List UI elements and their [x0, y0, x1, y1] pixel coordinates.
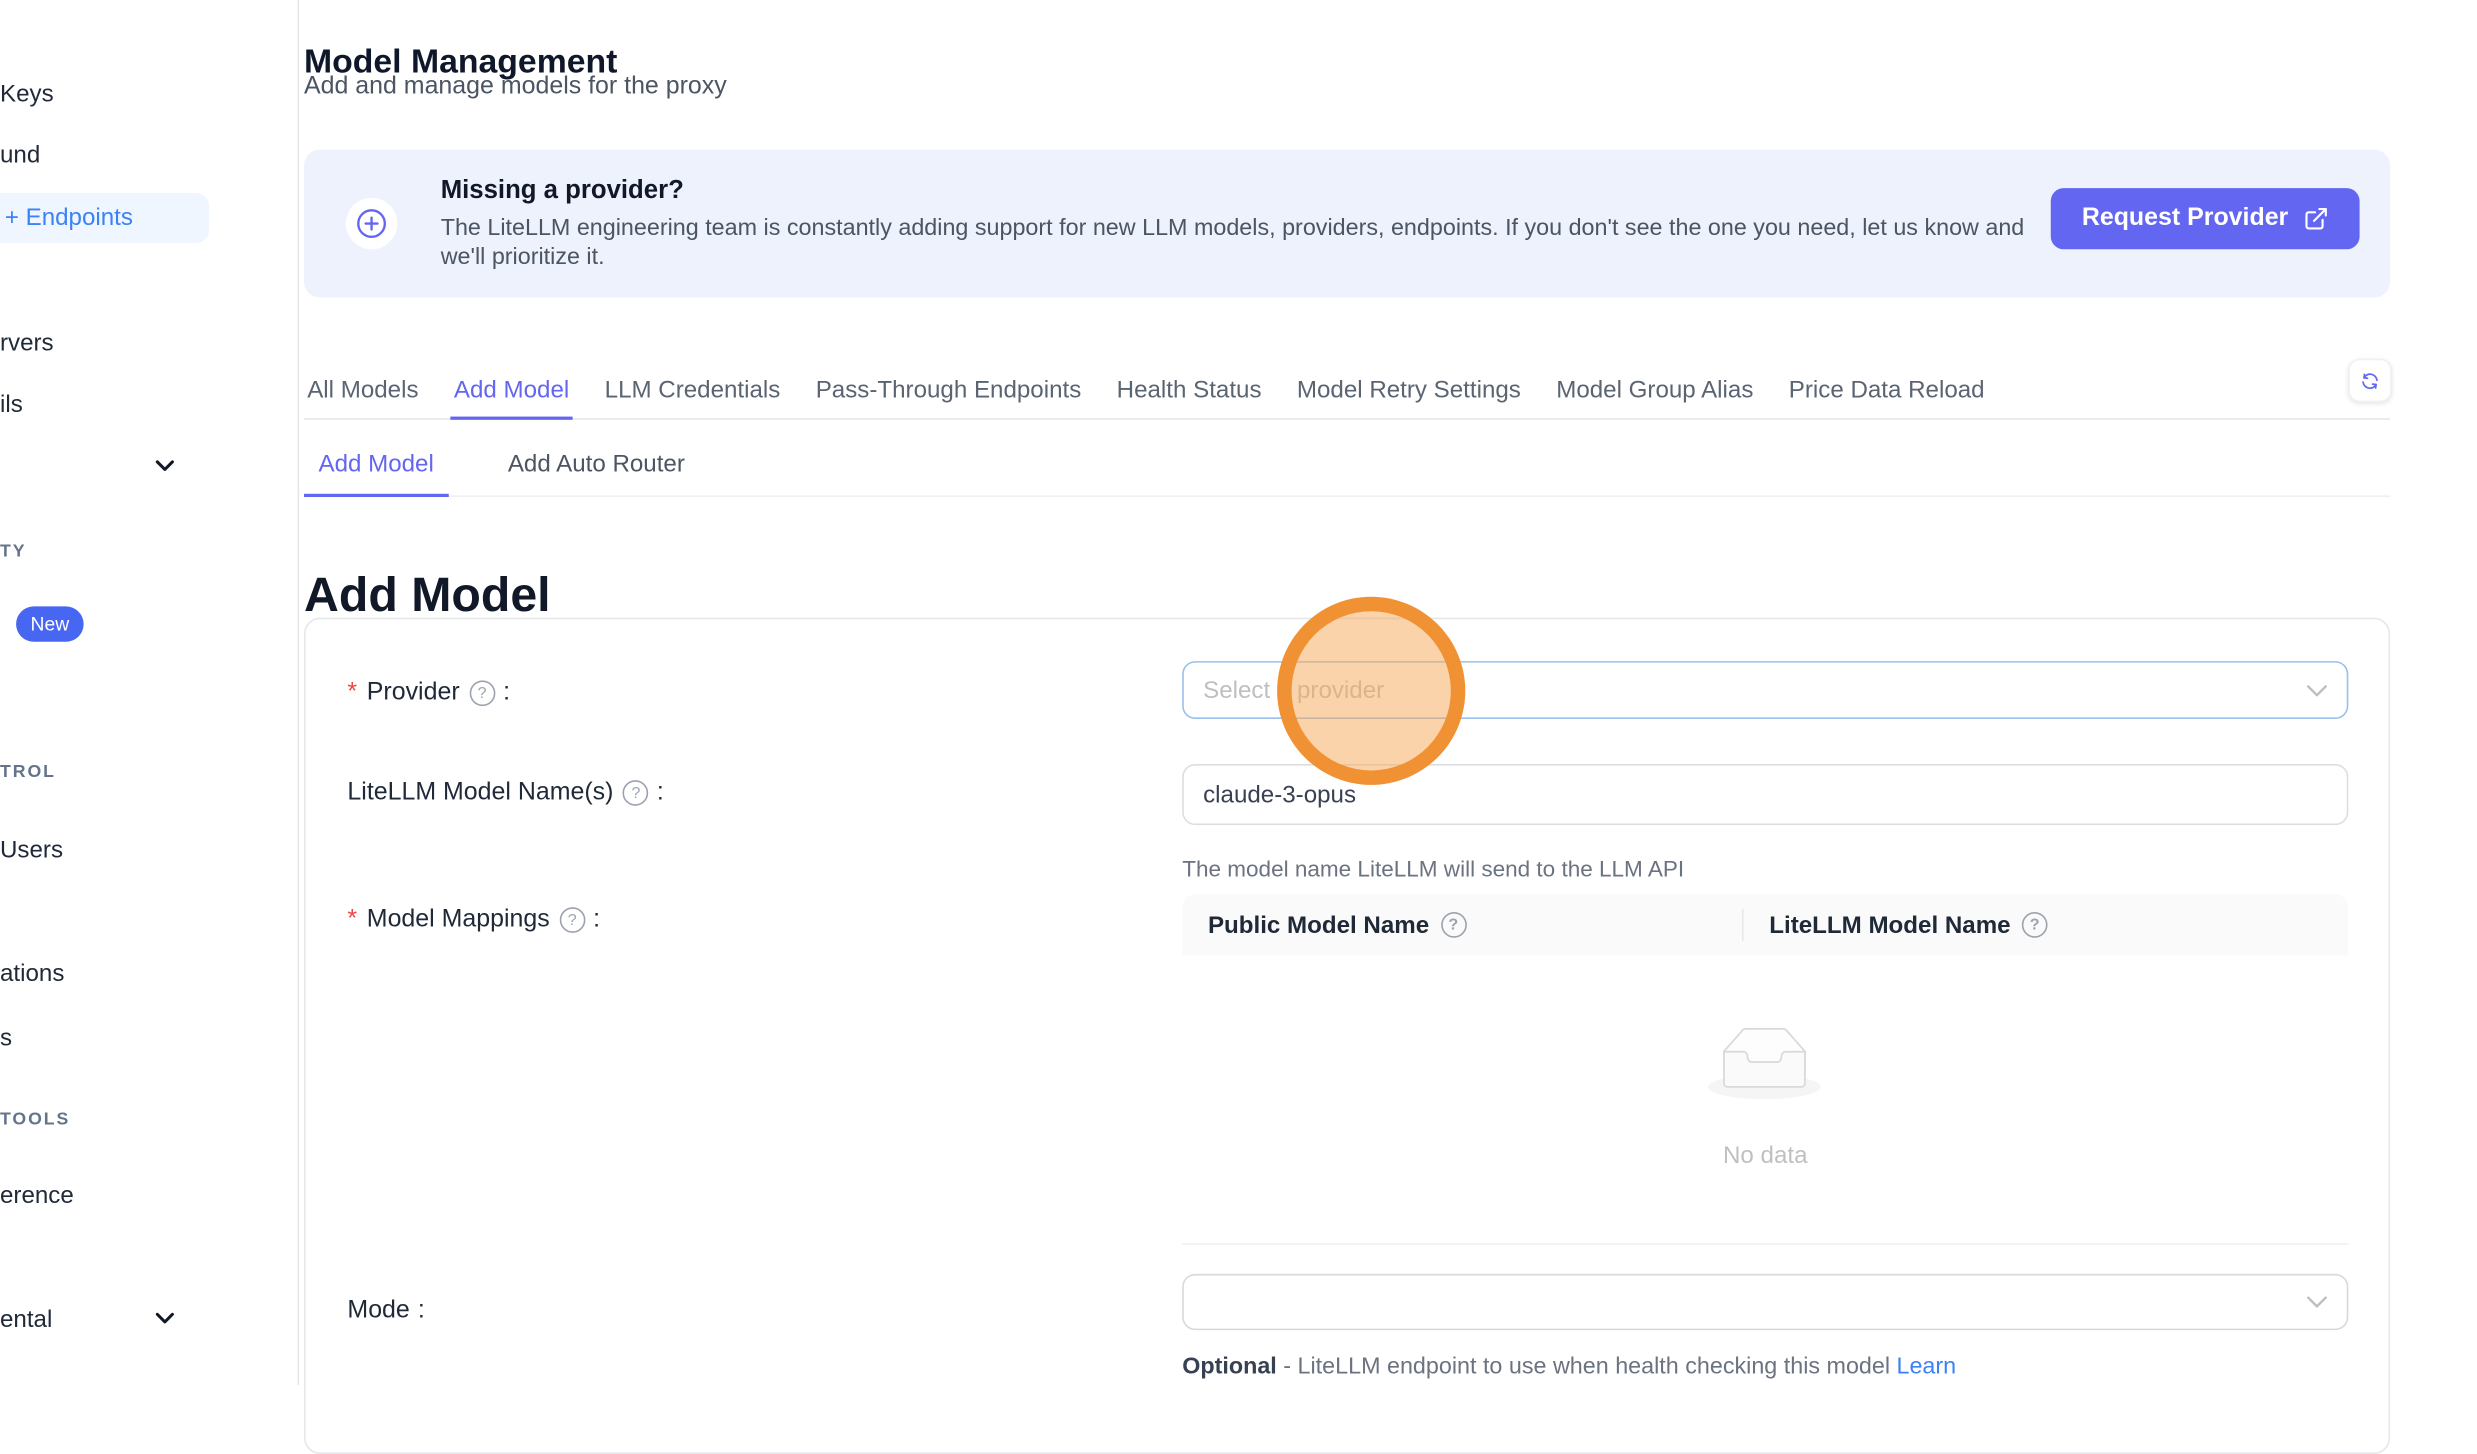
help-icon[interactable]: ?: [2022, 912, 2048, 938]
model-name-helper: The model name LiteLLM will send to the …: [1182, 856, 1684, 882]
help-icon[interactable]: ?: [559, 907, 585, 933]
banner-body-line2: we'll prioritize it.: [441, 244, 605, 272]
request-provider-button[interactable]: Request Provider: [2051, 188, 2360, 249]
help-icon[interactable]: ?: [1440, 912, 1466, 938]
sidebar: Keys und + Endpoints rvers ils TY New TR…: [0, 0, 299, 1385]
chevron-down-icon[interactable]: [153, 1306, 177, 1330]
tab-price-data-reload[interactable]: Price Data Reload: [1786, 364, 1988, 419]
model-name-label-text: LiteLLM Model Name(s): [347, 778, 613, 807]
plus-circle-icon-wrap: [346, 198, 397, 249]
refresh-button[interactable]: [2348, 359, 2391, 402]
sync-icon: [2360, 368, 2381, 394]
table-bottom-border: [1182, 1243, 2348, 1245]
chevron-down-icon: [2307, 683, 2328, 697]
sidebar-section-tools: TOOLS: [0, 1110, 70, 1129]
chevron-down-icon[interactable]: [153, 454, 177, 478]
help-icon[interactable]: ?: [469, 680, 495, 706]
required-asterisk: *: [347, 679, 357, 708]
request-provider-label: Request Provider: [2082, 204, 2288, 233]
sidebar-item-label: + Endpoints: [5, 204, 133, 231]
provider-placeholder: Select a provider: [1203, 676, 1384, 703]
sidebar-section-observability: TY: [0, 542, 26, 561]
sidebar-item-internal-users[interactable]: Users: [0, 836, 63, 865]
optional-text: - LiteLLM endpoint to use when health ch…: [1283, 1354, 1890, 1380]
add-model-subtabs: Add Model Add Auto Router: [304, 431, 2390, 497]
provider-label: * Provider ? :: [347, 679, 510, 708]
model-mappings-label-text: Model Mappings: [367, 906, 550, 935]
external-link-icon: [2303, 206, 2329, 232]
banner-body-line1: The LiteLLM engineering team is constant…: [441, 216, 2025, 244]
sidebar-item-organizations[interactable]: ations: [0, 960, 64, 989]
sidebar-item-models-endpoints[interactable]: + Endpoints: [0, 193, 209, 243]
required-asterisk: *: [347, 906, 357, 935]
tab-add-model[interactable]: Add Model: [451, 364, 573, 420]
missing-provider-banner: Missing a provider? The LiteLLM engineer…: [304, 150, 2390, 298]
column-label: LiteLLM Model Name: [1769, 911, 2010, 938]
subtab-add-auto-router[interactable]: Add Auto Router: [493, 431, 699, 495]
chevron-down-icon: [2307, 1295, 2328, 1309]
label-colon: :: [418, 1296, 425, 1325]
tab-model-retry-settings[interactable]: Model Retry Settings: [1294, 364, 1524, 419]
column-litellm-model-name: LiteLLM Model Name ?: [1744, 911, 2048, 938]
mode-label-text: Mode: [347, 1296, 409, 1325]
sidebar-item-playground[interactable]: und: [0, 142, 40, 171]
column-label: Public Model Name: [1208, 911, 1429, 938]
provider-select[interactable]: Select a provider: [1182, 661, 2348, 719]
sidebar-item-teams[interactable]: s: [0, 1025, 12, 1054]
tab-model-group-alias[interactable]: Model Group Alias: [1553, 364, 1757, 419]
optional-bold: Optional: [1182, 1354, 1277, 1380]
no-data-text: No data: [1182, 1142, 2348, 1169]
sidebar-section-access-control: TROL: [0, 762, 56, 781]
label-colon: :: [593, 906, 600, 935]
model-name-label: LiteLLM Model Name(s) ? :: [347, 778, 663, 807]
mode-helper: Optional - LiteLLM endpoint to use when …: [1182, 1354, 1956, 1380]
provider-label-text: Provider: [367, 679, 460, 708]
add-model-heading: Add Model: [304, 569, 551, 624]
new-badge: New: [16, 606, 84, 641]
sidebar-item-virtual-keys[interactable]: Keys: [0, 80, 54, 109]
tab-pass-through-endpoints[interactable]: Pass-Through Endpoints: [812, 364, 1084, 419]
plus-circle-icon: [354, 206, 389, 241]
tab-llm-credentials[interactable]: LLM Credentials: [601, 364, 783, 419]
label-colon: :: [657, 778, 664, 807]
model-mappings-label: * Model Mappings ? :: [347, 906, 600, 935]
column-public-model-name: Public Model Name ?: [1182, 911, 1742, 938]
sidebar-item-mcp-servers[interactable]: rvers: [0, 330, 54, 359]
sidebar-item-experimental[interactable]: ental: [0, 1306, 52, 1335]
app-window: Keys und + Endpoints rvers ils TY New TR…: [0, 0, 2477, 1385]
tab-health-status[interactable]: Health Status: [1113, 364, 1264, 419]
learn-link[interactable]: Learn: [1896, 1354, 1956, 1380]
subtab-add-model[interactable]: Add Model: [304, 431, 448, 497]
page-subtitle: Add and manage models for the proxy: [304, 72, 727, 101]
mode-select[interactable]: [1182, 1274, 2348, 1330]
model-name-input[interactable]: [1182, 764, 2348, 825]
mode-label: Mode :: [347, 1296, 424, 1325]
model-mappings-table-header: Public Model Name ? LiteLLM Model Name ?: [1182, 894, 2348, 955]
add-model-form-card: * Provider ? : Select a provider LiteLLM…: [304, 618, 2390, 1454]
banner-title: Missing a provider?: [441, 177, 684, 206]
tab-all-models[interactable]: All Models: [304, 364, 422, 419]
model-tabs: All Models Add Model LLM Credentials Pas…: [304, 364, 2390, 420]
help-icon[interactable]: ?: [623, 780, 649, 806]
sidebar-item-guardrails[interactable]: ils: [0, 391, 23, 420]
label-colon: :: [503, 679, 510, 708]
sidebar-item-api-reference[interactable]: erence: [0, 1182, 74, 1211]
empty-box-icon: [1708, 1026, 1821, 1100]
